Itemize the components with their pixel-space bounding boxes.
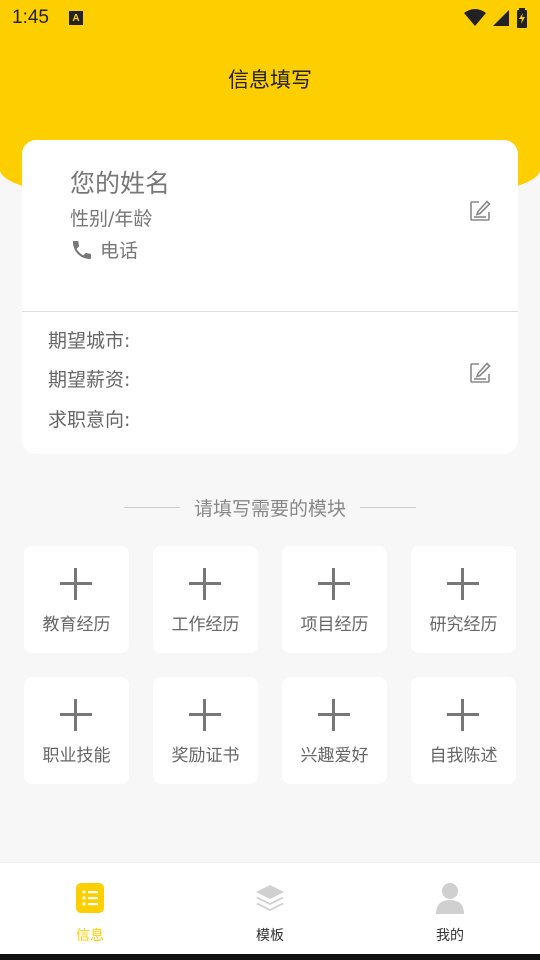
tab-info[interactable]: 信息 xyxy=(0,863,180,954)
gender-age-field[interactable]: 性别/年龄 xyxy=(70,204,152,231)
profile-card: 您的姓名 性别/年龄 电话 期望城市: 期望薪资: 求职意向: xyxy=(22,140,518,454)
bottom-tab-bar: 信息 模板 我的 xyxy=(0,862,540,954)
modules-heading-text: 请填写需要的模块 xyxy=(193,498,346,520)
modules-grid: 教育经历 工作经历 项目经历 研究经历 职业技能 奖励证书 兴趣爱好 自我陈述 xyxy=(24,546,516,784)
plus-icon xyxy=(447,699,479,731)
edit-profile-icon[interactable] xyxy=(468,199,492,223)
module-research[interactable]: 研究经历 xyxy=(411,546,516,653)
tab-label: 信息 xyxy=(76,928,104,944)
edit-expectations-icon[interactable] xyxy=(468,361,492,385)
system-nav-bar xyxy=(0,954,540,960)
module-awards[interactable]: 奖励证书 xyxy=(153,677,258,784)
module-label: 教育经历 xyxy=(42,615,111,635)
module-hobbies[interactable]: 兴趣爱好 xyxy=(282,677,387,784)
module-label: 自我陈述 xyxy=(429,746,498,766)
plus-icon xyxy=(318,568,350,600)
layers-icon xyxy=(256,885,284,911)
status-time: 1:45 xyxy=(12,7,49,28)
module-work[interactable]: 工作经历 xyxy=(153,546,258,653)
job-intent-field[interactable]: 求职意向: xyxy=(48,405,130,432)
phone-field[interactable]: 电话 xyxy=(70,236,138,263)
module-project[interactable]: 项目经历 xyxy=(282,546,387,653)
tab-label: 模板 xyxy=(256,928,284,944)
list-icon xyxy=(76,883,104,913)
heading-line-left xyxy=(123,507,180,508)
user-icon xyxy=(436,883,464,914)
module-self-statement[interactable]: 自我陈述 xyxy=(411,677,516,784)
wifi-icon xyxy=(464,9,486,26)
tab-mine[interactable]: 我的 xyxy=(360,863,540,954)
heading-line-right xyxy=(360,507,416,508)
status-bar: 1:45 A xyxy=(0,0,540,36)
module-skills[interactable]: 职业技能 xyxy=(24,677,129,784)
battery-icon xyxy=(517,8,527,28)
module-label: 职业技能 xyxy=(42,746,111,766)
plus-icon xyxy=(447,568,479,600)
tab-templates[interactable]: 模板 xyxy=(180,863,360,954)
modules-heading: 请填写需要的模块 xyxy=(0,494,540,521)
module-label: 奖励证书 xyxy=(171,746,240,766)
plus-icon xyxy=(189,568,221,600)
module-label: 兴趣爱好 xyxy=(300,746,369,766)
status-icons xyxy=(464,8,528,28)
plus-icon xyxy=(60,568,92,600)
module-label: 工作经历 xyxy=(171,615,240,635)
expected-salary-field[interactable]: 期望薪资: xyxy=(48,365,130,392)
page-title: 信息填写 xyxy=(228,68,312,92)
expected-city-field[interactable]: 期望城市: xyxy=(48,326,130,353)
plus-icon xyxy=(318,699,350,731)
notification-icon: A xyxy=(68,11,83,25)
signal-icon xyxy=(493,10,509,26)
tab-label: 我的 xyxy=(436,928,464,944)
module-label: 项目经历 xyxy=(300,615,369,635)
module-education[interactable]: 教育经历 xyxy=(24,546,129,653)
name-field[interactable]: 您的姓名 xyxy=(70,164,170,200)
phone-label: 电话 xyxy=(100,240,139,262)
phone-icon xyxy=(73,240,91,259)
module-label: 研究经历 xyxy=(429,615,498,635)
plus-icon xyxy=(60,699,92,731)
card-divider xyxy=(22,311,518,312)
plus-icon xyxy=(189,699,221,731)
